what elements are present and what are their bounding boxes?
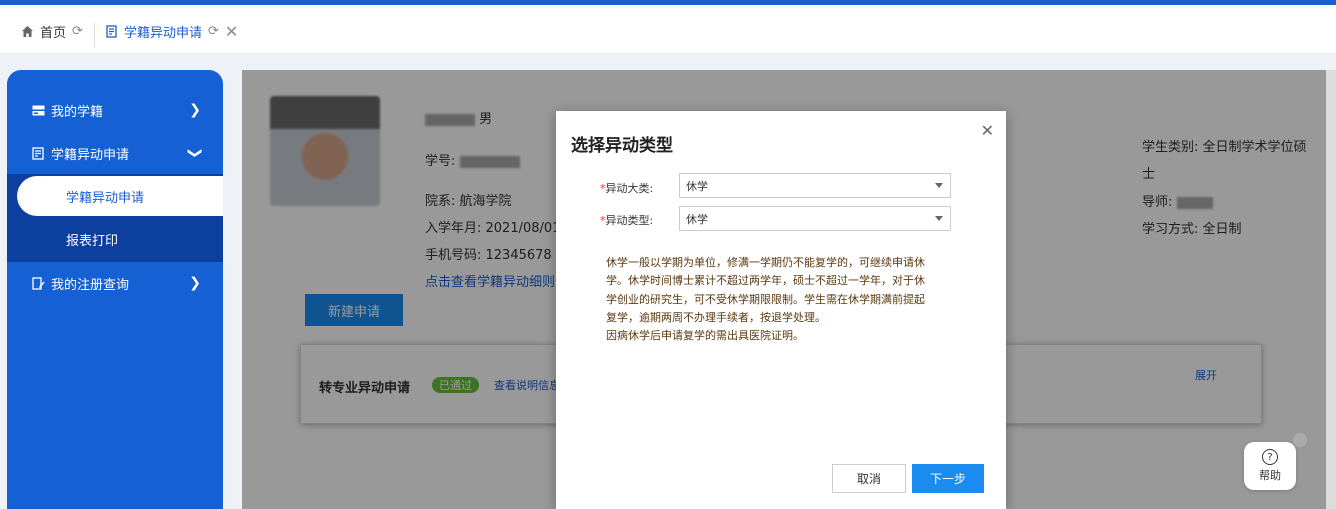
chevron-right-icon: ❯ bbox=[189, 275, 201, 291]
chevron-down-icon: ❯ bbox=[187, 147, 204, 159]
home-icon bbox=[20, 24, 34, 38]
refresh-icon[interactable]: ⟳ bbox=[72, 24, 83, 39]
field-type-label: *异动类型: bbox=[600, 214, 654, 227]
edit-icon bbox=[31, 276, 45, 290]
cancel-button[interactable]: 取消 bbox=[832, 464, 906, 493]
caret-down-icon bbox=[935, 216, 943, 221]
sidebar-item-label: 我的注册查询 bbox=[51, 277, 130, 293]
tab-home-label: 首页 bbox=[40, 25, 67, 41]
refresh-icon[interactable]: ⟳ bbox=[208, 24, 219, 39]
description-line: 复学，逾期两周不办理手续者，按退学处理。 bbox=[606, 310, 826, 324]
tab-bar: 首页 ⟳ 学籍异动申请 ⟳ ✕ bbox=[0, 5, 1336, 53]
dialog-title: 选择异动类型 bbox=[571, 136, 673, 156]
description-line: 学创业的研究生，可不受休学期限限制。学生需在休学期满前提起 bbox=[606, 292, 925, 306]
close-icon[interactable]: ✕ bbox=[981, 121, 994, 140]
sidebar-item-my-status[interactable]: 我的学籍 ❯ bbox=[7, 88, 223, 132]
submenu-item-status-change[interactable]: 学籍异动申请 bbox=[17, 176, 223, 216]
description-line: 学。休学时间博士累计不超过两学年，硕士不超过一学年，对于休 bbox=[606, 274, 925, 288]
description-line: 休学一般以学期为单位，修满一学期仍不能复学的，可继续申请休 bbox=[606, 256, 925, 269]
help-close-icon[interactable] bbox=[1293, 433, 1307, 447]
next-step-button[interactable]: 下一步 bbox=[912, 464, 984, 493]
scrollbar[interactable] bbox=[1326, 70, 1336, 509]
document-icon bbox=[31, 146, 45, 160]
tab-home[interactable]: 首页 ⟳ bbox=[20, 19, 83, 43]
submenu-item-print-report[interactable]: 报表打印 bbox=[17, 219, 223, 259]
sidebar-item-label: 我的学籍 bbox=[51, 104, 104, 120]
sidebar-item-status-change[interactable]: 学籍异动申请 ❯ bbox=[7, 131, 223, 175]
document-icon bbox=[104, 24, 118, 38]
card-icon bbox=[31, 103, 45, 117]
select-change-type-dialog: 选择异动类型 ✕ *异动大类: 休学 *异动类型: 休学 休学一般以学期为单位，… bbox=[556, 111, 1006, 509]
question-icon: ? bbox=[1262, 449, 1278, 465]
submenu-item-label: 学籍异动申请 bbox=[66, 190, 145, 206]
submenu-item-label: 报表打印 bbox=[66, 233, 119, 249]
tab-divider bbox=[94, 23, 95, 47]
sidebar-item-label: 学籍异动申请 bbox=[51, 147, 130, 163]
tab-status-change[interactable]: 学籍异动申请 ⟳ ✕ bbox=[104, 19, 238, 43]
chevron-right-icon: ❯ bbox=[189, 102, 201, 118]
tab-status-change-label: 学籍异动申请 bbox=[124, 25, 203, 41]
caret-down-icon bbox=[935, 183, 943, 188]
description-line: 因病休学后申请复学的需出具医院证明。 bbox=[606, 329, 804, 343]
help-label: 帮助 bbox=[1259, 469, 1281, 482]
sidebar-item-registration-query[interactable]: 我的注册查询 ❯ bbox=[7, 261, 223, 305]
field-category-label: *异动大类: bbox=[600, 182, 654, 195]
sidebar: 我的学籍 ❯ 学籍异动申请 ❯ 学籍异动申请 报表打印 我的注册查询 ❯ bbox=[7, 70, 223, 509]
type-select[interactable]: 休学 bbox=[679, 206, 951, 231]
help-button[interactable]: ? 帮助 bbox=[1244, 442, 1296, 490]
category-select[interactable]: 休学 bbox=[679, 173, 951, 198]
category-select-value: 休学 bbox=[686, 179, 708, 193]
description-text: 休学一般以学期为单位，修满一学期仍不能复学的，可继续申请休 学。休学时间博士累计… bbox=[606, 254, 966, 345]
close-icon[interactable]: ✕ bbox=[225, 22, 238, 41]
type-select-value: 休学 bbox=[686, 212, 708, 226]
